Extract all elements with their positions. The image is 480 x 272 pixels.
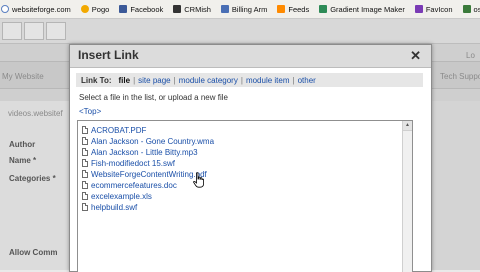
file-icon [82, 159, 88, 167]
file-icon [82, 148, 88, 156]
facebook-icon [119, 5, 128, 13]
file-item[interactable]: Fish-modifiedoct 15.swf [82, 158, 175, 168]
file-icon [82, 137, 88, 145]
file-icon [82, 126, 88, 134]
close-icon[interactable]: ✕ [410, 48, 421, 64]
allow-comments-label: Allow Comm [9, 248, 58, 257]
form-panel [0, 101, 73, 270]
file-icon [82, 181, 88, 189]
osi-icon [462, 5, 471, 13]
page-url-text: videos.websitef [8, 109, 63, 118]
file-item[interactable]: ecommercefeatures.doc [82, 180, 177, 190]
file-icon [82, 192, 88, 200]
bookmark-gradient-image-maker[interactable]: Gradient Image Maker [319, 5, 405, 14]
bookmark-websiteforge[interactable]: websiteforge.com [1, 5, 71, 14]
bookmark-billing-arm[interactable]: Billing Arm [220, 5, 267, 14]
gradient-icon [319, 5, 328, 13]
billing-icon [220, 5, 229, 13]
tab-tech-support: Tech Suppo [440, 72, 480, 81]
name-label: Name * [9, 156, 37, 165]
file-item[interactable]: excelexample.xls [82, 191, 152, 201]
folder-path-top[interactable]: <Top> [79, 107, 101, 116]
tab-my-website: My Website [2, 72, 44, 81]
link-option-file[interactable]: file [119, 76, 131, 85]
file-item[interactable]: ACROBAT.PDF [82, 125, 146, 135]
bookmark-favicon[interactable]: FavIcon [414, 5, 453, 14]
file-icon [82, 203, 88, 211]
dialog-title: Insert Link [78, 48, 139, 62]
link-option-other[interactable]: other [298, 76, 316, 85]
file-icon [82, 170, 88, 178]
insert-link-dialog: Insert Link ✕ Link To: file | site page … [69, 44, 432, 272]
file-list-scrollbar[interactable]: ▲ [402, 121, 412, 272]
toolbar-button [24, 22, 44, 40]
author-label: Author [9, 140, 36, 149]
feed-icon [277, 5, 286, 13]
separator: | [173, 75, 176, 85]
file-item[interactable]: helpbuild.swf [82, 202, 137, 212]
page-toolbar [0, 19, 480, 44]
toolbar-button [2, 22, 22, 40]
bookmark-pogo[interactable]: Pogo [80, 5, 109, 14]
separator: | [133, 75, 136, 85]
link-to-label: Link To: [81, 75, 112, 85]
globe-icon [1, 5, 9, 13]
file-item[interactable]: Alan Jackson - Little Bitty.mp3 [82, 147, 198, 157]
logout-link: Lo [466, 51, 475, 60]
link-option-site-page[interactable]: site page [138, 76, 170, 85]
bookmark-crmish[interactable]: CRMish [173, 5, 211, 14]
categories-label: Categories * [9, 174, 56, 183]
link-option-module-category[interactable]: module category [179, 76, 238, 85]
separator: | [292, 75, 295, 85]
toolbar-button [46, 22, 66, 40]
separator: | [240, 75, 243, 85]
dialog-titlebar: Insert Link ✕ [70, 45, 431, 68]
link-to-bar: Link To: file | site page | module categ… [76, 73, 423, 87]
bookmark-facebook[interactable]: Facebook [119, 5, 163, 14]
scroll-up-icon[interactable]: ▲ [403, 121, 412, 131]
favicon-icon [414, 5, 423, 13]
bookmark-feeds[interactable]: Feeds [277, 5, 309, 14]
hand-cursor-icon [193, 172, 204, 188]
file-item[interactable]: Alan Jackson - Gone Country.wma [82, 136, 214, 146]
pogo-icon [80, 5, 89, 13]
bookmark-osi[interactable]: osi [462, 5, 480, 14]
right-panel [432, 101, 480, 270]
crmish-icon [173, 5, 182, 13]
instructions-text: Select a file in the list, or upload a n… [79, 93, 228, 102]
link-option-module-item[interactable]: module item [246, 76, 290, 85]
file-list: ACROBAT.PDF Alan Jackson - Gone Country.… [77, 120, 413, 272]
bookmarks-bar: websiteforge.com Pogo Facebook CRMish Bi… [0, 0, 480, 19]
file-item[interactable]: WebsiteForgeContentWriting.pdf [82, 169, 207, 179]
